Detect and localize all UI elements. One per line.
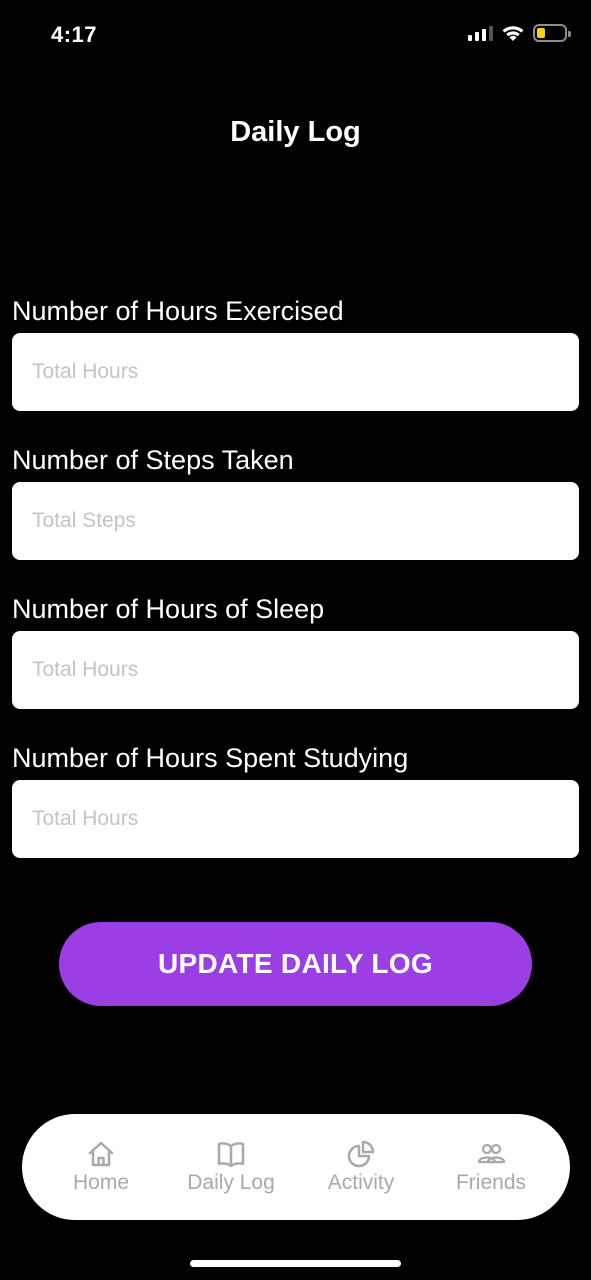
tab-friends-label: Friends [455,1171,527,1194]
daily-log-screen: 4:17 Daily Log Number of Hours Exercised… [0,0,591,1280]
hours-studying-label: Number of Hours Spent Studying [12,743,409,773]
hours-exercised-label: Number of Hours Exercised [12,296,344,326]
hours-sleep-input[interactable] [12,631,579,709]
people-icon [477,1143,506,1164]
book-icon [217,1142,245,1168]
tab-home-label: Home [72,1171,130,1194]
tab-daily-log-label: Daily Log [187,1171,275,1194]
tab-home[interactable]: Home [41,1122,161,1212]
tab-bar: Home Daily Log Activity Friends [22,1114,570,1220]
battery-icon [533,24,571,42]
tab-daily-log[interactable]: Daily Log [171,1122,291,1212]
tab-friends[interactable]: Friends [431,1122,551,1212]
hours-exercised-input[interactable] [12,333,579,411]
hours-sleep-label: Number of Hours of Sleep [12,594,325,624]
status-time: 4:17 [51,22,98,47]
steps-taken-label: Number of Steps Taken [12,445,294,475]
status-icons [468,24,571,42]
page-title: Daily Log [230,116,361,148]
home-indicator[interactable] [190,1260,401,1267]
home-icon [88,1141,114,1167]
status-bar: 4:17 [0,0,591,70]
cellular-signal-icon [468,25,493,41]
tab-activity[interactable]: Activity [301,1122,421,1212]
wifi-icon [502,26,524,41]
tab-activity-label: Activity [327,1171,395,1194]
hours-studying-input[interactable] [12,780,579,858]
pie-chart-icon [347,1140,375,1168]
steps-taken-input[interactable] [12,482,579,560]
update-daily-log-button[interactable]: UPDATE DAILY LOG [59,922,532,1006]
